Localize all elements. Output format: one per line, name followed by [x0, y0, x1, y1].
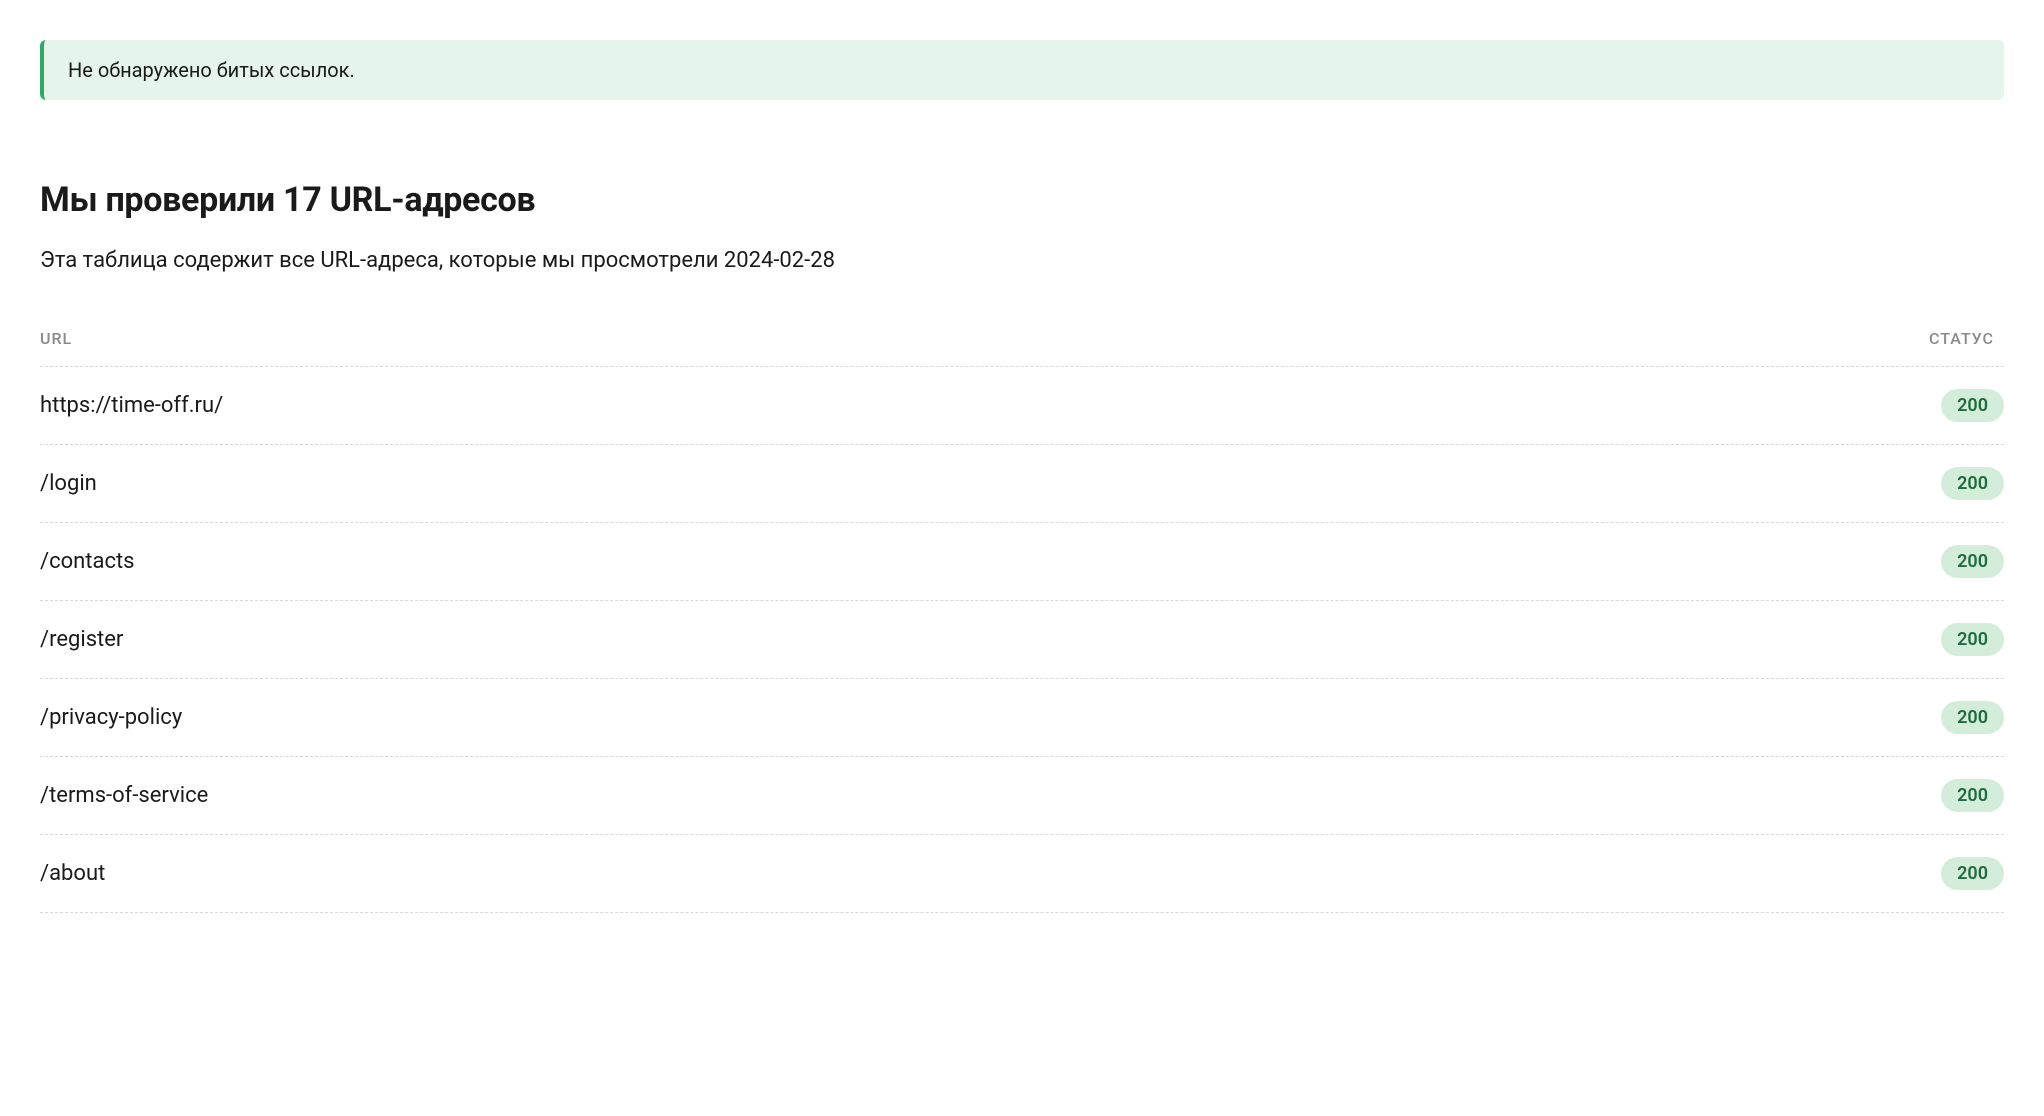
status-badge: 200 — [1941, 701, 2004, 734]
status-badge: 200 — [1941, 857, 2004, 890]
th-url: URL — [40, 329, 72, 348]
url-table: URL СТАТУС https://time-off.ru/200/login… — [40, 329, 2004, 913]
table-row: /privacy-policy 200 — [40, 679, 2004, 757]
table-row: https://time-off.ru/200 — [40, 367, 2004, 445]
page-heading: Мы проверили 17 URL-адресов — [40, 180, 2004, 220]
status-badge: 200 — [1941, 467, 2004, 500]
table-row: /terms-of-service 200 — [40, 757, 2004, 835]
table-row: /contacts 200 — [40, 523, 2004, 601]
th-status: СТАТУС — [1929, 329, 2004, 348]
status-badge: 200 — [1941, 545, 2004, 578]
alert-message: Не обнаружено битых ссылок. — [68, 58, 355, 82]
url-cell: https://time-off.ru/ — [40, 393, 223, 418]
url-cell: /about — [40, 861, 105, 886]
status-badge: 200 — [1941, 779, 2004, 812]
table-row: /login 200 — [40, 445, 2004, 523]
table-header: URL СТАТУС — [40, 329, 2004, 367]
url-cell: /register — [40, 627, 123, 652]
url-cell: /contacts — [40, 549, 135, 574]
table-row: /about 200 — [40, 835, 2004, 913]
url-cell: /terms-of-service — [40, 783, 208, 808]
status-badge: 200 — [1941, 623, 2004, 656]
success-alert: Не обнаружено битых ссылок. — [40, 40, 2004, 100]
table-row: /register 200 — [40, 601, 2004, 679]
url-cell: /privacy-policy — [40, 705, 182, 730]
status-badge: 200 — [1941, 389, 2004, 422]
url-cell: /login — [40, 471, 97, 496]
page-subheading: Эта таблица содержит все URL-адреса, кот… — [40, 248, 2004, 273]
